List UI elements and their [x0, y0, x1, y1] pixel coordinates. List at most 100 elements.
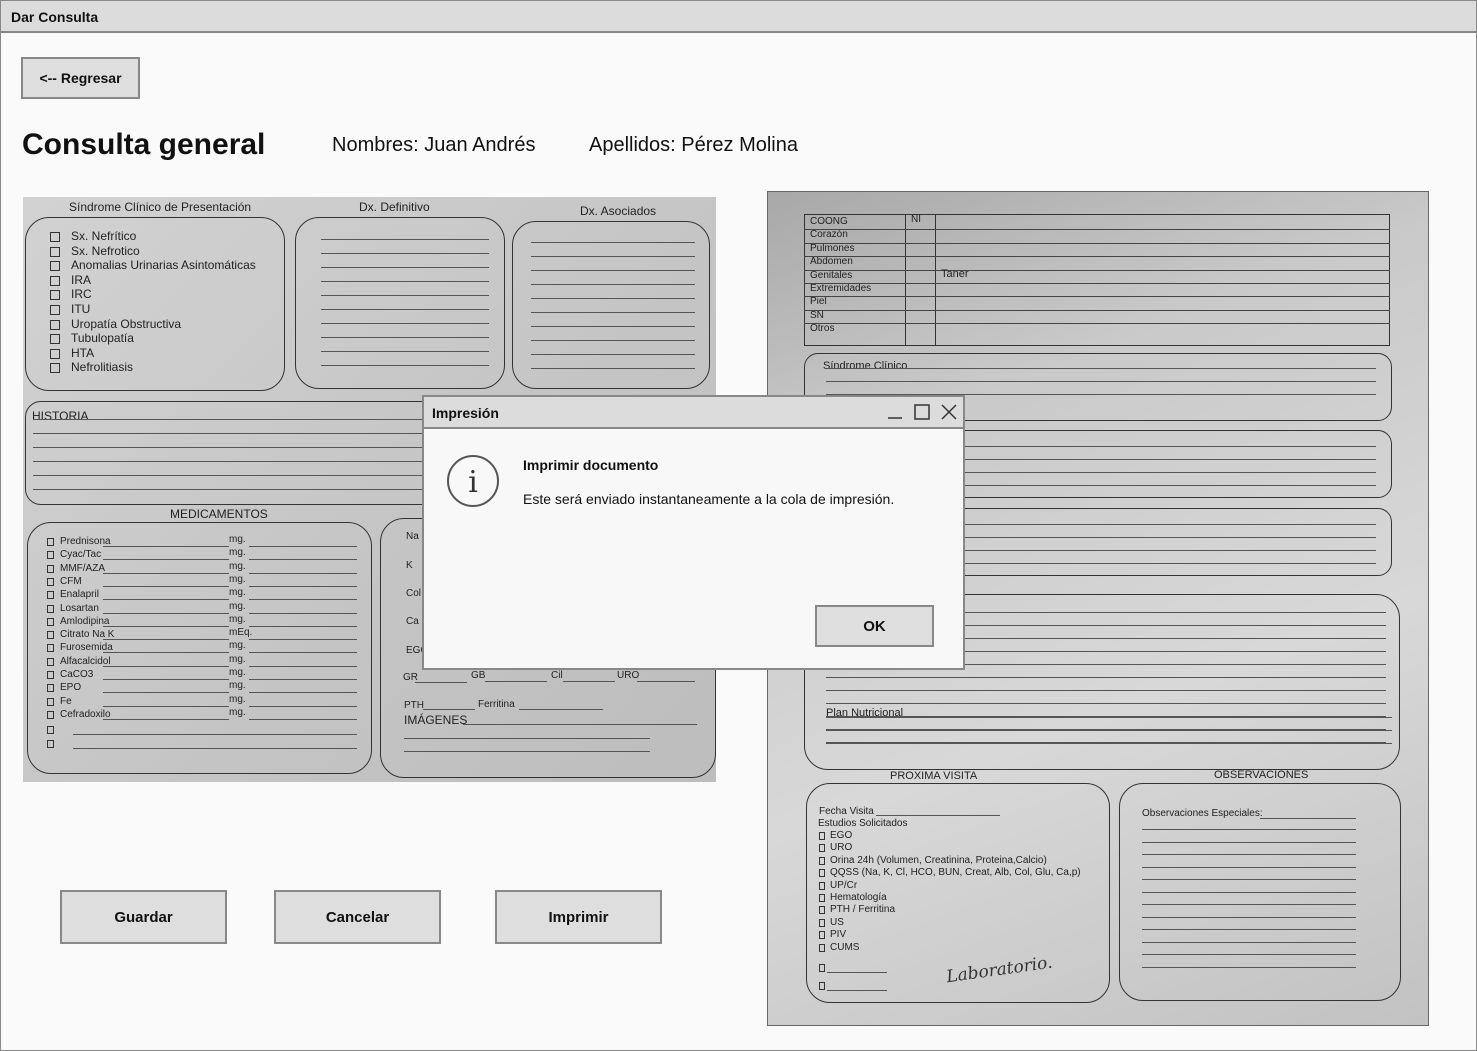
checkbox-icon [47, 551, 54, 560]
window-titlebar: Dar Consulta [1, 1, 1476, 33]
lab-ferritina: Ferritina [478, 699, 515, 710]
checkbox-icon [50, 363, 60, 374]
app-window: Dar Consulta <-- Regresar Consulta gener… [0, 0, 1477, 1051]
proxima-visita-title: PROXIMA VISITA [890, 770, 978, 782]
sindrome-item: Sx. Nefrotico [71, 243, 140, 258]
ok-button[interactable]: OK [815, 605, 934, 647]
sindrome-clinico-label: Síndrome Clínico [823, 360, 908, 372]
sindrome-item: IRA [71, 272, 92, 287]
medicamento-unit: mg. [229, 534, 246, 545]
checkbox-icon [47, 564, 54, 573]
estudio-item: UP/Cr [830, 879, 858, 891]
svg-text:i: i [468, 465, 478, 500]
medicamento-unit: mg. [229, 667, 246, 678]
checkbox-icon [47, 617, 54, 626]
dx-asociados-title: Dx. Asociados [580, 204, 657, 218]
dialog-message: Este será enviado instantaneamente a la … [523, 491, 895, 507]
fecha-visita: Fecha Visita [819, 806, 874, 817]
medicamento-unit: mg. [229, 600, 246, 612]
medicamento-unit: mEq. [229, 627, 253, 639]
medicamento-unit: mg. [229, 653, 246, 665]
checkbox-icon [47, 710, 54, 719]
observaciones-especiales: Observaciones Especiales: [1142, 808, 1263, 819]
medicamento-name: Enalapril [60, 589, 99, 601]
minimize-icon[interactable] [886, 403, 904, 421]
medicamento-name: Fe [60, 695, 72, 707]
medicamento-unit: mg. [229, 573, 246, 585]
sindrome-item: Uropatía Obstructiva [71, 316, 182, 331]
medicamentos-title: MEDICAMENTOS [170, 507, 268, 521]
estudios-label: Estudios Solicitados [818, 818, 908, 829]
medicamento-unit: mg. [229, 560, 246, 572]
sindrome-item: IRC [71, 287, 92, 302]
checkbox-icon [50, 348, 60, 359]
historia-label: HISTORIA [32, 409, 89, 423]
medicamento-name: EPO [60, 682, 82, 694]
back-button[interactable]: <-- Regresar [21, 57, 140, 99]
checkbox-icon [819, 881, 825, 890]
checkbox-icon [47, 657, 54, 666]
checkbox-icon [47, 591, 54, 600]
observaciones-title: OBSERVACIONES [1214, 769, 1309, 781]
exam-row-label: Pulmones [810, 242, 855, 254]
lab-cil: Cil [551, 670, 563, 681]
checkbox-icon [50, 246, 60, 257]
sindrome-item: Tubulopatía [71, 331, 134, 346]
checkbox-icon [819, 869, 825, 878]
checkbox-icon [50, 334, 60, 345]
medicamento-name: CaCO3 [60, 669, 94, 680]
checkbox-icon [47, 644, 54, 653]
lab-label: K [406, 560, 413, 571]
page-title: Consulta general [22, 128, 266, 161]
exam-row-label: Otros [810, 323, 835, 335]
exam-col-header: NI [911, 214, 921, 225]
sindrome-box [25, 217, 285, 391]
checkbox-icon [819, 844, 825, 853]
checkbox-icon [819, 964, 825, 972]
sindrome-item: ITU [71, 302, 91, 316]
checkbox-icon [50, 275, 60, 286]
medicamento-unit: mg. [229, 706, 246, 718]
patient-last-names: Apellidos: Pérez Molina [589, 134, 798, 156]
sindrome-item: Anomalias Urinarias Asintomáticas [71, 258, 256, 273]
lab-uro: URO [617, 670, 640, 681]
sindrome-item: Sx. Nefrítico [71, 229, 137, 243]
exam-row-label: Piel [810, 296, 827, 308]
checkbox-icon [47, 671, 54, 679]
cancel-button[interactable]: Cancelar [274, 890, 441, 944]
checkbox-icon [819, 982, 825, 990]
lab-label: Col [406, 588, 422, 599]
save-button[interactable]: Guardar [60, 890, 227, 944]
checkbox-icon [50, 305, 60, 315]
medicamento-unit: mg. [229, 693, 246, 705]
medicamento-name: Losartan [60, 602, 99, 614]
estudio-item: CUMS [830, 941, 860, 953]
dialog-title: Impresión [432, 405, 499, 421]
estudio-item: Hematología [830, 892, 887, 903]
print-button[interactable]: Imprimir [495, 890, 662, 944]
checkbox-icon [47, 684, 54, 693]
checkbox-icon [47, 538, 54, 546]
checkbox-icon [47, 697, 54, 706]
patient-first-names: Nombres: Juan Andrés [332, 134, 536, 156]
dialog-heading: Imprimir documento [523, 457, 659, 473]
maximize-icon[interactable] [913, 403, 931, 421]
sindrome-item: HTA [71, 345, 95, 360]
lab-gb: GB [471, 670, 486, 681]
checkbox-icon [47, 631, 54, 640]
lab-pth: PTH [404, 700, 424, 711]
estudio-item: Orina 24h (Volumen, Creatinina, Proteina… [830, 854, 1047, 866]
checkbox-icon [819, 918, 825, 927]
exam-row-label: Abdomen [810, 256, 853, 268]
estudio-item: PTH / Ferritina [830, 904, 896, 916]
close-icon[interactable] [940, 403, 958, 421]
medicamento-unit: mg. [229, 613, 246, 625]
dx-asociados-box [512, 221, 710, 389]
checkbox-icon [819, 832, 825, 840]
checkbox-icon [47, 604, 54, 613]
exam-row-label: Extremidades [810, 283, 872, 294]
genitales-note: Taner [941, 268, 969, 280]
checkbox-icon [50, 261, 60, 272]
info-icon: i [447, 455, 499, 507]
dx-definitivo-title: Dx. Definitivo [359, 200, 430, 214]
